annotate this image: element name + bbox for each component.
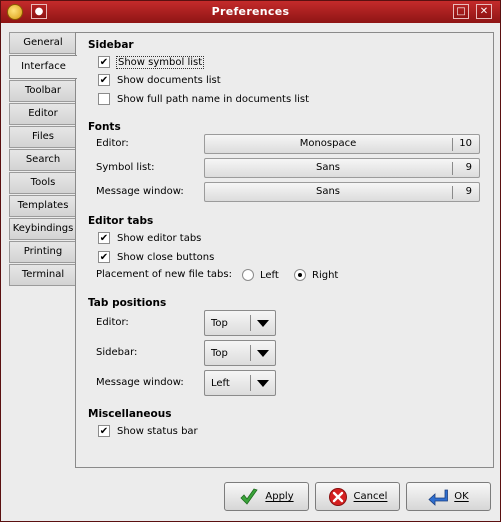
close-icon[interactable]: ✕: [476, 4, 492, 19]
message-window-font-name: Sans: [315, 186, 341, 197]
placement-left-label: Left: [260, 269, 279, 281]
font-separator: [452, 186, 453, 199]
message-window-font-button[interactable]: Sans 9: [204, 182, 480, 202]
show-status-bar-row[interactable]: ✔ Show status bar: [98, 423, 198, 439]
tabpos-editor-label: Editor:: [96, 317, 129, 328]
font-separator: [452, 162, 453, 175]
show-full-path-checkbox[interactable]: [98, 93, 110, 105]
symbol-list-font-size: 9: [465, 162, 472, 173]
placement-left-option[interactable]: Left: [242, 267, 279, 283]
message-window-tab-position-value: Left: [211, 378, 230, 389]
ok-label: OK: [454, 491, 469, 502]
show-full-path-row[interactable]: Show full path name in documents list: [98, 91, 309, 107]
sidebar-tab-position-value: Top: [211, 348, 228, 359]
show-editor-tabs-label: Show editor tabs: [117, 232, 202, 244]
editor-font-button[interactable]: Monospace 10: [204, 134, 480, 154]
tabpos-sidebar-label: Sidebar:: [96, 347, 138, 358]
cancel-icon: [328, 487, 347, 506]
message-window-font-size: 9: [465, 186, 472, 197]
show-editor-tabs-row[interactable]: ✔ Show editor tabs: [98, 230, 201, 246]
editor-font-size: 10: [459, 138, 472, 149]
cancel-label: Cancel: [353, 491, 388, 502]
tab-templates[interactable]: Templates: [9, 195, 76, 217]
show-documents-list-label: Show documents list: [117, 74, 221, 86]
tab-positions-section-title: Tab positions: [88, 297, 167, 309]
editor-tab-position-value: Top: [211, 318, 228, 329]
show-symbol-list-checkbox[interactable]: ✔: [98, 56, 110, 68]
tab-editor[interactable]: Editor: [9, 103, 76, 125]
show-full-path-label: Show full path name in documents list: [117, 93, 310, 105]
font-editor-label: Editor:: [96, 138, 129, 149]
fonts-section-title: Fonts: [88, 121, 121, 133]
tab-toolbar[interactable]: Toolbar: [9, 80, 76, 102]
tab-printing[interactable]: Printing: [9, 241, 76, 263]
misc-section-title: Miscellaneous: [88, 408, 172, 420]
apply-button[interactable]: Apply: [224, 482, 309, 511]
return-arrow-icon: [428, 489, 449, 506]
tab-tools[interactable]: Tools: [9, 172, 76, 194]
placement-right-label: Right: [312, 269, 339, 281]
tab-placement-label: Placement of new file tabs:: [96, 269, 232, 280]
show-documents-list-checkbox[interactable]: ✔: [98, 74, 110, 86]
placement-left-radio[interactable]: [242, 269, 254, 281]
font-message-window-label: Message window:: [96, 186, 184, 197]
tabpos-message-window-label: Message window:: [96, 377, 184, 388]
tab-terminal[interactable]: Terminal: [9, 264, 76, 286]
combo-separator: [250, 345, 251, 361]
sidebar-section-title: Sidebar: [88, 39, 134, 51]
tab-search[interactable]: Search: [9, 149, 76, 171]
show-symbol-list-label: Show symbol list: [115, 55, 205, 69]
show-status-bar-label: Show status bar: [117, 425, 198, 437]
show-close-buttons-checkbox[interactable]: ✔: [98, 251, 110, 263]
sidebar-tab-position-select[interactable]: Top: [204, 340, 276, 366]
tab-files[interactable]: Files: [9, 126, 76, 148]
checkmark-icon: [240, 488, 259, 505]
symbol-list-font-button[interactable]: Sans 9: [204, 158, 480, 178]
message-window-tab-position-select[interactable]: Left: [204, 370, 276, 396]
chevron-down-icon: [257, 320, 269, 327]
ok-button[interactable]: OK: [406, 482, 491, 511]
show-close-buttons-row[interactable]: ✔ Show close buttons: [98, 249, 214, 265]
tab-general[interactable]: General: [9, 32, 76, 54]
tab-keybindings[interactable]: Keybindings: [9, 218, 76, 240]
show-status-bar-checkbox[interactable]: ✔: [98, 425, 110, 437]
symbol-list-font-name: Sans: [315, 162, 341, 173]
placement-right-option[interactable]: Right: [294, 267, 338, 283]
interface-panel: Sidebar ✔ Show symbol list ✔ Show docume…: [75, 32, 494, 468]
preferences-window: ● Preferences □ ✕ General Interface Tool…: [0, 0, 501, 522]
title-bar: ● Preferences □ ✕: [1, 1, 500, 23]
apply-label: Apply: [265, 491, 294, 502]
window-title: Preferences: [211, 5, 290, 18]
placement-right-radio[interactable]: [294, 269, 306, 281]
editor-tabs-section-title: Editor tabs: [88, 215, 154, 227]
show-documents-list-row[interactable]: ✔ Show documents list: [98, 72, 221, 88]
tab-strip: General Interface Toolbar Editor Files S…: [9, 32, 77, 287]
chevron-down-icon: [257, 380, 269, 387]
editor-font-name: Monospace: [299, 138, 357, 149]
editor-tab-position-select[interactable]: Top: [204, 310, 276, 336]
combo-separator: [250, 375, 251, 391]
show-close-buttons-label: Show close buttons: [117, 251, 215, 263]
chevron-down-icon: [257, 350, 269, 357]
combo-separator: [250, 315, 251, 331]
show-symbol-list-row[interactable]: ✔ Show symbol list: [98, 54, 205, 70]
cancel-button[interactable]: Cancel: [315, 482, 400, 511]
font-separator: [452, 138, 453, 151]
font-symbol-list-label: Symbol list:: [96, 162, 155, 173]
tab-interface[interactable]: Interface: [9, 55, 77, 79]
maximize-icon[interactable]: □: [453, 4, 469, 19]
show-editor-tabs-checkbox[interactable]: ✔: [98, 232, 110, 244]
